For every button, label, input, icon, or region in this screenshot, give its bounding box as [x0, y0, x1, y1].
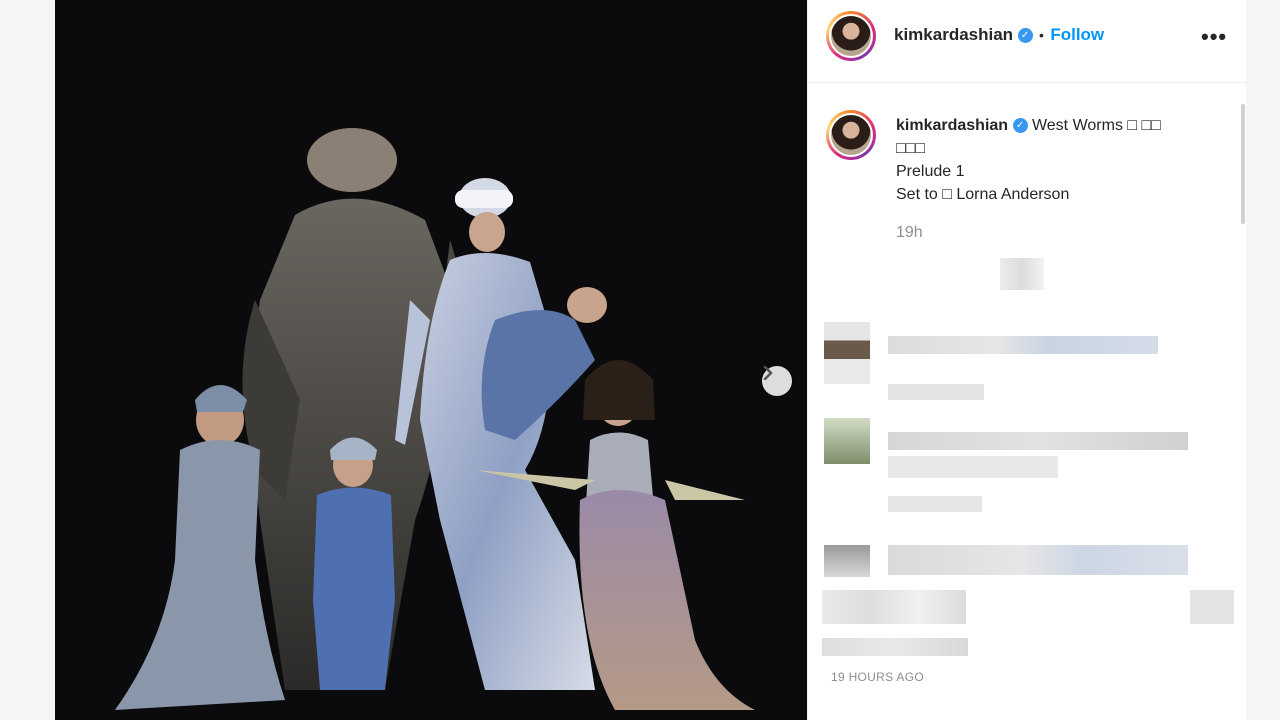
chevron-right-icon	[763, 366, 773, 380]
caption-timestamp[interactable]: 19h	[896, 224, 1216, 242]
blurred-comment-meta-1	[888, 384, 984, 400]
author-avatar[interactable]	[826, 11, 876, 61]
blurred-like-icon	[1000, 258, 1044, 290]
blurred-comment-text-2b	[888, 456, 1058, 478]
blurred-action-icons	[822, 590, 966, 624]
blurred-likes-count	[822, 638, 968, 656]
blurred-comment-text-1	[888, 336, 1158, 354]
caption-line-4: Set to □ Lorna Anderson	[896, 186, 1070, 203]
verified-badge-icon: ✓	[1017, 28, 1033, 44]
avatar-image	[831, 16, 871, 56]
photo-illustration	[115, 128, 755, 710]
caption-line-1: West Worms □ □□	[1031, 117, 1161, 134]
left-gutter	[0, 0, 55, 720]
post-photo[interactable]	[55, 0, 807, 720]
blurred-comment-avatar-3	[824, 545, 870, 577]
follow-button[interactable]: Follow	[1050, 25, 1104, 44]
caption-line-2: □□□	[896, 140, 925, 157]
separator-dot: •	[1038, 27, 1044, 43]
blurred-comment-text-2	[888, 432, 1188, 450]
blurred-comment-avatar-2	[824, 418, 870, 464]
scrollbar-thumb[interactable]	[1241, 104, 1245, 224]
right-gutter	[1245, 0, 1280, 720]
next-image-button[interactable]	[762, 366, 792, 396]
blurred-bookmark-icon	[1190, 590, 1234, 624]
more-options-icon[interactable]: •••	[1201, 24, 1227, 50]
caption-line-3: Prelude 1	[896, 163, 965, 180]
verified-badge-icon: ✓	[1012, 118, 1028, 134]
avatar-image	[831, 115, 871, 155]
post-header: kimkardashian ✓ • Follow •••	[808, 0, 1246, 83]
author-username[interactable]: kimkardashian	[894, 25, 1013, 44]
comments-scrollbar[interactable]	[1241, 84, 1245, 564]
blurred-comment-text-3	[888, 545, 1188, 575]
caption-avatar[interactable]	[826, 110, 876, 160]
caption: kimkardashian ✓ West Worms □ □□ □□□ Prel…	[896, 114, 1216, 242]
blurred-comment-avatar-1	[824, 322, 870, 384]
caption-username[interactable]: kimkardashian	[896, 117, 1008, 134]
blurred-comment-meta-2	[888, 496, 982, 512]
post-time-ago[interactable]: 19 HOURS AGO	[831, 670, 924, 684]
post-side-panel: kimkardashian ✓ • Follow ••• kimkardashi…	[807, 0, 1246, 720]
